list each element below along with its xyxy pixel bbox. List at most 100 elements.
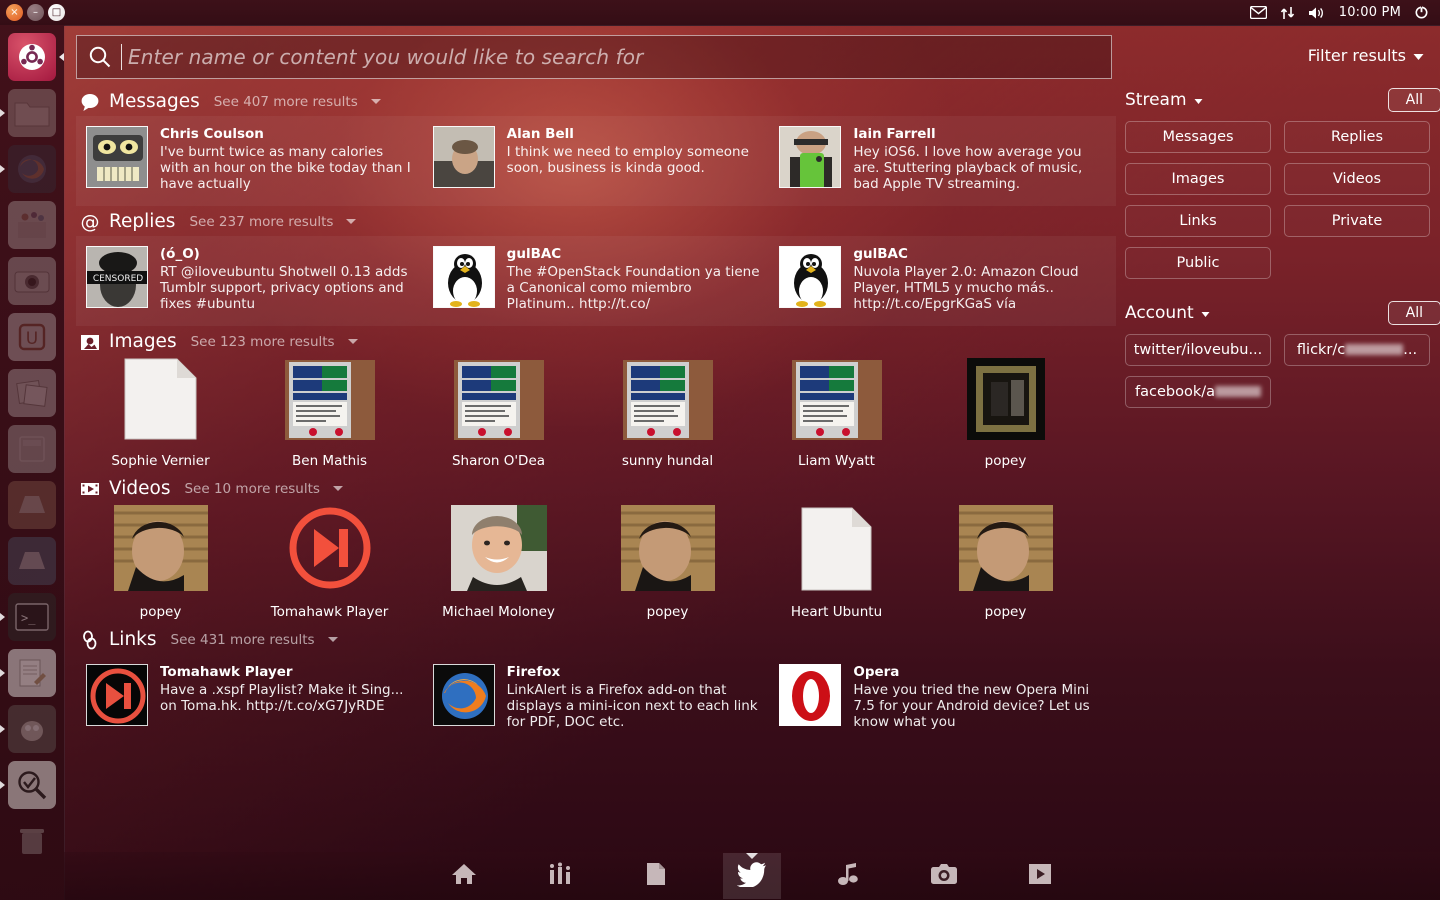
result-card[interactable]: Firefox LinkAlert is a Firefox add-on th…	[423, 660, 770, 734]
video-tile[interactable]: popey	[76, 505, 245, 620]
opera-logo	[779, 664, 842, 727]
music-lens[interactable]	[819, 853, 877, 899]
image-tile[interactable]: popey	[921, 358, 1090, 469]
tomahawk-logo	[86, 664, 148, 727]
launcher-item-trash[interactable]	[0, 813, 64, 869]
clock[interactable]: 10:00 PM	[1339, 5, 1401, 20]
chevron-down-icon[interactable]	[332, 486, 343, 492]
category-header[interactable]: Messages See 407 more results	[76, 86, 1116, 116]
account-filter-options: twitter/iloveubu... flickr/c... facebook…	[1125, 334, 1440, 408]
launcher-item-calculator[interactable]	[0, 421, 64, 477]
stream-filter-images[interactable]: Images	[1125, 163, 1271, 195]
category-links: Links See 431 more results Tomahawk Play…	[76, 624, 1116, 744]
social-lens[interactable]	[723, 853, 781, 899]
photos-lens[interactable]	[915, 853, 973, 899]
result-card[interactable]: Chris Coulson I've burnt twice as many c…	[76, 122, 423, 196]
launcher-item-files-nautilus[interactable]	[0, 85, 64, 141]
video-tile[interactable]: Michael Moloney	[414, 505, 583, 621]
result-card[interactable]: gulBAC The #OpenStack Foundation ya tien…	[423, 242, 770, 316]
launcher-item-text-editor[interactable]	[0, 645, 64, 701]
launcher-item-libreoffice-impress[interactable]	[0, 477, 64, 533]
speech-bubble-icon	[80, 92, 100, 112]
lens-bar	[64, 852, 1440, 900]
search-input[interactable]: Enter name or content you would like to …	[76, 35, 1112, 79]
account-filter-title[interactable]: Account	[1125, 303, 1210, 323]
tube-sign-photo	[284, 360, 375, 444]
stream-filter-replies[interactable]: Replies	[1284, 121, 1430, 153]
category-header[interactable]: Images See 123 more results	[76, 326, 1116, 356]
result-card[interactable]: CENSORED (ó_O) RT @iloveubuntu Shotwell …	[76, 242, 423, 316]
result-card[interactable]: Tomahawk Player Have a .xspf Playlist? M…	[76, 660, 423, 734]
account-filter-facebook[interactable]: facebook/a	[1125, 376, 1271, 408]
launcher-item-libreoffice-writer[interactable]	[0, 533, 64, 589]
video-tile[interactable]: Heart Ubuntu	[752, 507, 921, 620]
account-filter-flickr[interactable]: flickr/c...	[1284, 334, 1430, 366]
messaging-icon[interactable]	[1249, 6, 1267, 19]
volume-icon[interactable]	[1308, 6, 1326, 20]
category-header[interactable]: Links See 431 more results	[76, 624, 1116, 654]
video-tile[interactable]: popey	[583, 505, 752, 620]
launcher-item-gwibber-social[interactable]	[0, 365, 64, 421]
launcher-item-firefox[interactable]	[0, 141, 64, 197]
result-card[interactable]: gulBAC Nuvola Player 2.0: Amazon Cloud P…	[769, 242, 1116, 316]
stream-filter-title[interactable]: Stream	[1125, 90, 1203, 110]
maximize-button[interactable]: □	[48, 4, 65, 21]
minimize-button[interactable]: –	[27, 4, 44, 21]
launcher-item-terminal[interactable]: >_	[0, 589, 64, 645]
home-lens[interactable]	[435, 853, 493, 899]
stream-filter-all-button[interactable]: All	[1387, 88, 1440, 112]
result-card[interactable]: Iain Farrell Hey iOS6. I love how averag…	[769, 122, 1116, 196]
chevron-down-icon[interactable]	[327, 637, 338, 643]
filter-results-toggle[interactable]: Filter results	[1308, 46, 1424, 65]
result-author: (ó_O)	[160, 246, 200, 263]
tomahawk-logo	[287, 505, 373, 595]
video-label: Michael Moloney	[442, 604, 555, 621]
account-filter-label: Account	[1125, 303, 1194, 323]
image-tile[interactable]: Liam Wyatt	[752, 360, 921, 469]
launcher-item-system-settings[interactable]	[0, 757, 64, 813]
man-smiling-photo	[450, 505, 547, 595]
category-header[interactable]: @ Replies See 237 more results	[76, 206, 1116, 236]
see-more-results[interactable]: See 10 more results	[184, 481, 319, 497]
chevron-down-icon	[1194, 90, 1203, 110]
bender-avatar	[86, 126, 148, 188]
network-icon[interactable]	[1280, 6, 1295, 20]
stream-filter-videos[interactable]: Videos	[1284, 163, 1430, 195]
see-more-results[interactable]: See 237 more results	[189, 214, 333, 230]
filter-separator	[1125, 279, 1440, 301]
unity-launcher[interactable]: U >_	[0, 25, 64, 900]
chevron-down-icon[interactable]	[370, 99, 381, 104]
close-button[interactable]: ×	[6, 4, 23, 21]
image-tile[interactable]: Sharon O'Dea	[414, 360, 583, 469]
launcher-item-ubuntu-one[interactable]: U	[0, 309, 64, 365]
power-icon[interactable]	[1414, 5, 1429, 20]
result-card[interactable]: Alan Bell I think we need to employ some…	[423, 122, 770, 196]
see-more-results[interactable]: See 431 more results	[171, 632, 315, 648]
stream-filter-public[interactable]: Public	[1125, 247, 1271, 279]
see-more-results[interactable]: See 407 more results	[214, 94, 358, 110]
result-card[interactable]: Opera Have you tried the new Opera Mini …	[769, 660, 1116, 734]
applications-lens[interactable]	[531, 853, 589, 899]
image-tile[interactable]: Ben Mathis	[245, 360, 414, 469]
account-name: flickr/c	[1296, 342, 1346, 358]
launcher-item-shotwell-camera[interactable]	[0, 253, 64, 309]
video-lens[interactable]	[1011, 853, 1069, 899]
category-header[interactable]: Videos See 10 more results	[76, 473, 1116, 503]
stream-filter-messages[interactable]: Messages	[1125, 121, 1271, 153]
video-tile[interactable]: popey	[921, 505, 1090, 620]
image-tile[interactable]: sunny hundal	[583, 360, 752, 469]
launcher-item-gimp[interactable]	[0, 701, 64, 757]
stream-filter-private[interactable]: Private	[1284, 205, 1430, 237]
image-tile[interactable]: Sophie Vernier	[76, 358, 245, 469]
see-more-results[interactable]: See 123 more results	[191, 334, 335, 350]
account-filter-all-button[interactable]: All	[1387, 301, 1440, 325]
stream-filter-links[interactable]: Links	[1125, 205, 1271, 237]
video-tile[interactable]: Tomahawk Player	[245, 507, 414, 620]
stream-filter-header: Stream All	[1125, 88, 1440, 112]
launcher-item-software-center[interactable]	[0, 197, 64, 253]
chevron-down-icon[interactable]	[347, 339, 358, 345]
account-filter-twitter[interactable]: twitter/iloveubu...	[1125, 334, 1271, 366]
launcher-item-ubuntu-dash-home[interactable]	[0, 29, 64, 85]
chevron-down-icon[interactable]	[346, 219, 357, 225]
files-lens[interactable]	[627, 853, 685, 899]
